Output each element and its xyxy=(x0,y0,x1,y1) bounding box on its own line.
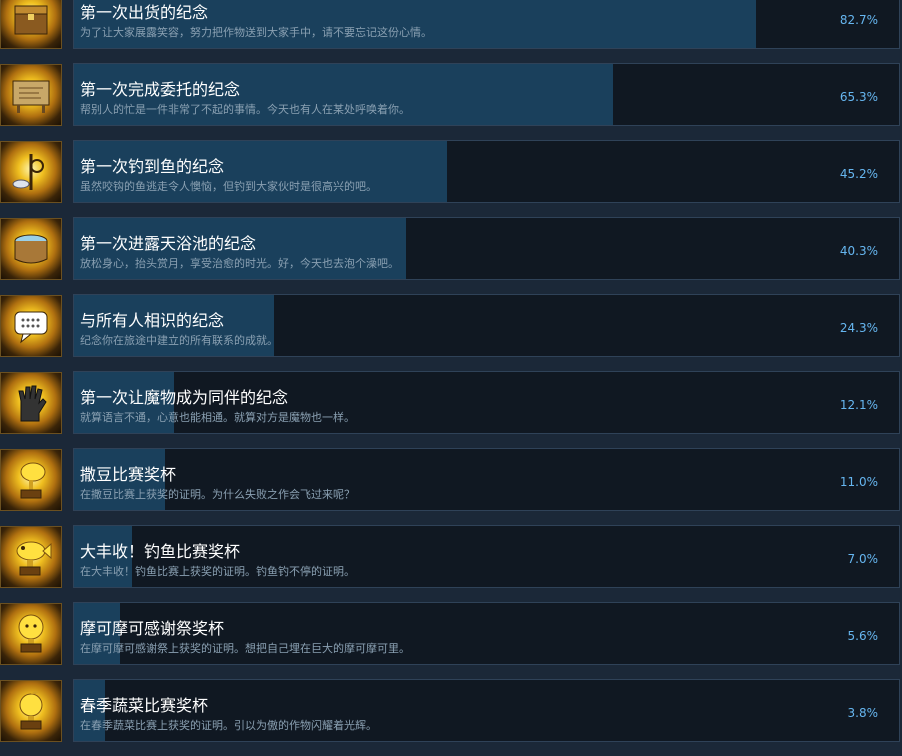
achievement-title: 摩可摩可感谢祭奖杯 xyxy=(80,619,225,638)
unlock-percentage: 7.0% xyxy=(847,552,879,566)
achievement-row[interactable]: 撒豆比赛奖杯在撒豆比赛上获奖的证明。为什么失败之作会飞过来呢？ 11.0% xyxy=(0,448,902,525)
achievement-panel[interactable]: 春季蔬菜比赛奖杯在春季蔬菜比赛上获奖的证明。引以为傲的作物闪耀着光辉。 3.8% xyxy=(73,679,900,742)
fishing-rod-icon[interactable] xyxy=(0,141,62,203)
achievement-panel[interactable]: 第一次钓到鱼的纪念虽然咬钩的鱼逃走令人懊恼，但钓到大家伙时是很高兴的吧。 45.2… xyxy=(73,140,900,203)
achievement-title: 大丰收！钓鱼比赛奖杯 xyxy=(80,542,241,561)
unlock-percentage: 5.6% xyxy=(847,629,879,643)
unlock-percentage: 82.7% xyxy=(839,13,878,27)
glove-icon[interactable] xyxy=(0,372,62,434)
unlock-percentage: 3.8% xyxy=(847,706,879,720)
achievement-panel[interactable]: 第一次完成委托的纪念帮别人的忙是一件非常了不起的事情。今天也有人在某处呼唤着你。… xyxy=(73,63,900,126)
achievement-title: 第一次钓到鱼的纪念 xyxy=(80,157,225,176)
shipping-chest-icon[interactable] xyxy=(0,0,62,49)
achievement-row[interactable]: 摩可摩可感谢祭奖杯在摩可摩可感谢祭上获奖的证明。想把自己埋在巨大的摩可摩可里。 5… xyxy=(0,602,902,679)
unlock-percentage: 12.1% xyxy=(839,398,878,412)
achievement-panel[interactable]: 第一次出货的纪念为了让大家展露笑容，努力把作物送到大家手中，请不要忘记这份心情。… xyxy=(73,0,900,49)
achievement-panel[interactable]: 大丰收！钓鱼比赛奖杯在大丰收！钓鱼比赛上获奖的证明。钓鱼钓不停的证明。 7.0% xyxy=(73,525,900,588)
achievement-title: 春季蔬菜比赛奖杯 xyxy=(80,696,209,715)
achievement-title: 撒豆比赛奖杯 xyxy=(80,465,177,484)
achievement-description: 在春季蔬菜比赛上获奖的证明。引以为傲的作物闪耀着光辉。 xyxy=(80,719,377,732)
achievement-description: 为了让大家展露笑容，努力把作物送到大家手中，请不要忘记这份心情。 xyxy=(80,26,432,39)
fish-trophy-icon[interactable] xyxy=(0,526,62,588)
achievement-row[interactable]: 大丰收！钓鱼比赛奖杯在大丰收！钓鱼比赛上获奖的证明。钓鱼钓不停的证明。 7.0% xyxy=(0,525,902,602)
achievement-title: 第一次进露天浴池的纪念 xyxy=(80,234,257,253)
achievement-list: 第一次出货的纪念为了让大家展露笑容，努力把作物送到大家手中，请不要忘记这份心情。… xyxy=(0,0,902,756)
achievement-row[interactable]: 第一次让魔物成为同伴的纪念就算语言不通，心意也能相通。就算对方是魔物也一样。 12… xyxy=(0,371,902,448)
achievement-panel[interactable]: 撒豆比赛奖杯在撒豆比赛上获奖的证明。为什么失败之作会飞过来呢？ 11.0% xyxy=(73,448,900,511)
bean-trophy-icon[interactable] xyxy=(0,449,62,511)
achievement-title: 第一次出货的纪念 xyxy=(80,3,209,22)
achievement-row[interactable]: 第一次进露天浴池的纪念放松身心，抬头赏月，享受治愈的时光。好，今天也去泡个澡吧。… xyxy=(0,217,902,294)
achievement-panel[interactable]: 第一次进露天浴池的纪念放松身心，抬头赏月，享受治愈的时光。好，今天也去泡个澡吧。… xyxy=(73,217,900,280)
achievement-title: 第一次完成委托的纪念 xyxy=(80,80,241,99)
unlock-percentage: 11.0% xyxy=(839,475,878,489)
achievement-description: 在撒豆比赛上获奖的证明。为什么失败之作会飞过来呢？ xyxy=(80,488,355,501)
achievement-panel[interactable]: 第一次让魔物成为同伴的纪念就算语言不通，心意也能相通。就算对方是魔物也一样。 12… xyxy=(73,371,900,434)
unlock-percentage: 40.3% xyxy=(839,244,878,258)
unlock-percentage: 24.3% xyxy=(839,321,878,335)
achievement-description: 纪念你在旅途中建立的所有联系的成就。 xyxy=(80,334,278,347)
achievement-description: 放松身心，抬头赏月，享受治愈的时光。好，今天也去泡个澡吧。 xyxy=(80,257,399,270)
achievement-description: 就算语言不通，心意也能相通。就算对方是魔物也一样。 xyxy=(80,411,355,424)
achievement-row[interactable]: 与所有人相识的纪念纪念你在旅途中建立的所有联系的成就。 24.3% xyxy=(0,294,902,371)
sheep-trophy-icon[interactable] xyxy=(0,603,62,665)
speech-bubble-icon[interactable] xyxy=(0,295,62,357)
achievement-title: 第一次让魔物成为同伴的纪念 xyxy=(80,388,289,407)
unlock-percentage: 45.2% xyxy=(839,167,878,181)
achievement-description: 虽然咬钩的鱼逃走令人懊恼，但钓到大家伙时是很高兴的吧。 xyxy=(80,180,377,193)
achievement-description: 帮别人的忙是一件非常了不起的事情。今天也有人在某处呼唤着你。 xyxy=(80,103,410,116)
achievement-panel[interactable]: 与所有人相识的纪念纪念你在旅途中建立的所有联系的成就。 24.3% xyxy=(73,294,900,357)
vegetable-trophy-icon[interactable] xyxy=(0,680,62,742)
achievement-row[interactable]: 春季蔬菜比赛奖杯在春季蔬菜比赛上获奖的证明。引以为傲的作物闪耀着光辉。 3.8% xyxy=(0,679,902,756)
achievement-title: 与所有人相识的纪念 xyxy=(80,311,225,330)
bathtub-icon[interactable] xyxy=(0,218,62,280)
unlock-percentage: 65.3% xyxy=(839,90,878,104)
achievement-row[interactable]: 第一次钓到鱼的纪念虽然咬钩的鱼逃走令人懊恼，但钓到大家伙时是很高兴的吧。 45.2… xyxy=(0,140,902,217)
achievement-description: 在摩可摩可感谢祭上获奖的证明。想把自己埋在巨大的摩可摩可里。 xyxy=(80,642,410,655)
request-board-icon[interactable] xyxy=(0,64,62,126)
achievement-panel[interactable]: 摩可摩可感谢祭奖杯在摩可摩可感谢祭上获奖的证明。想把自己埋在巨大的摩可摩可里。 5… xyxy=(73,602,900,665)
achievement-description: 在大丰收！钓鱼比赛上获奖的证明。钓鱼钓不停的证明。 xyxy=(80,565,355,578)
achievement-row[interactable]: 第一次完成委托的纪念帮别人的忙是一件非常了不起的事情。今天也有人在某处呼唤着你。… xyxy=(0,63,902,140)
achievement-row[interactable]: 第一次出货的纪念为了让大家展露笑容，努力把作物送到大家手中，请不要忘记这份心情。… xyxy=(0,0,902,63)
